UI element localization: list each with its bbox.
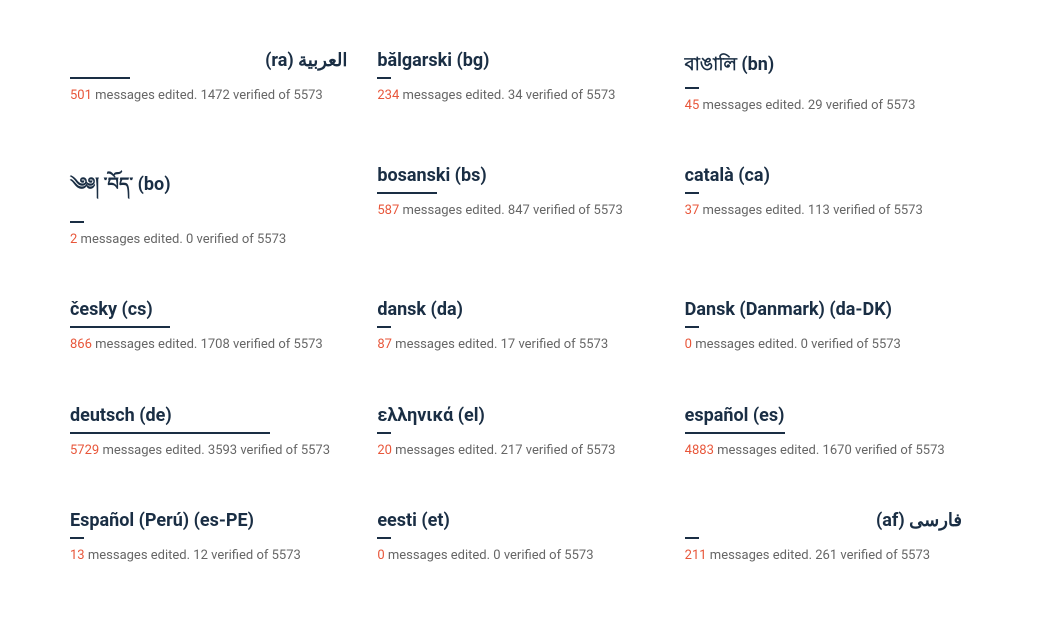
language-underline-da	[377, 326, 391, 328]
language-underline-bs	[377, 192, 437, 194]
language-card-da-DK[interactable]: Dansk (Danmark) (da-DK) 0 messages edited…	[675, 279, 982, 384]
language-title-es: español (es)	[685, 405, 962, 426]
language-stats-da: 87 messages edited. 17 verified of 5573	[377, 336, 654, 354]
language-title-da: dansk (da)	[377, 299, 654, 320]
language-card-el[interactable]: ελληνικά (el) 20 messages edited. 217 ver…	[367, 385, 674, 490]
language-card-da[interactable]: dansk (da) 87 messages edited. 17 verifie…	[367, 279, 674, 384]
language-title-bo: ༄༅། ་བོད་ (bo)	[70, 165, 347, 215]
language-title-ar: العربية (ar)	[70, 50, 347, 71]
language-card-bs[interactable]: bosanski (bs) 587 messages edited. 847 ve…	[367, 145, 674, 279]
language-card-et[interactable]: eesti (et) 0 messages edited. 0 verified …	[367, 490, 674, 595]
language-title-es-PE: Español (Perú) (es-PE)	[70, 510, 347, 531]
language-card-cs[interactable]: česky (cs) 866 messages edited. 1708 veri…	[60, 279, 367, 384]
language-underline-ca	[685, 192, 699, 194]
language-title-fa: فارسی (fa)	[685, 510, 962, 531]
language-title-bn: বাঙালি (bn)	[685, 50, 962, 81]
language-underline-el	[377, 432, 391, 434]
language-stats-fa: 211 messages edited. 261 verified of 557…	[685, 547, 962, 565]
language-title-bs: bosanski (bs)	[377, 165, 654, 186]
language-title-et: eesti (et)	[377, 510, 654, 531]
language-stats-es-PE: 13 messages edited. 12 verified of 5573	[70, 547, 347, 565]
language-stats-et: 0 messages edited. 0 verified of 5573	[377, 547, 654, 565]
language-underline-bn	[685, 87, 699, 89]
language-stats-es: 4883 messages edited. 1670 verified of 5…	[685, 442, 962, 460]
language-card-bn[interactable]: বাঙালি (bn) 45 messages edited. 29 verifi…	[675, 30, 982, 145]
language-card-ca[interactable]: català (ca) 37 messages edited. 113 verif…	[675, 145, 982, 279]
language-title-cs: česky (cs)	[70, 299, 347, 320]
language-stats-ca: 37 messages edited. 113 verified of 5573	[685, 202, 962, 220]
language-underline-bo	[70, 221, 84, 223]
language-card-de[interactable]: deutsch (de) 5729 messages edited. 3593 v…	[60, 385, 367, 490]
language-underline-et	[377, 537, 391, 539]
language-card-ar[interactable]: العربية (ar) 501 messages edited. 1472 ve…	[60, 30, 367, 145]
language-underline-da-DK	[685, 326, 699, 328]
language-underline-es-PE	[70, 537, 84, 539]
language-underline-ar	[70, 77, 130, 79]
language-stats-cs: 866 messages edited. 1708 verified of 55…	[70, 336, 347, 354]
language-stats-bn: 45 messages edited. 29 verified of 5573	[685, 97, 962, 115]
language-card-fa[interactable]: فارسی (fa) 211 messages edited. 261 verif…	[675, 490, 982, 595]
language-title-de: deutsch (de)	[70, 405, 347, 426]
language-grid: العربية (ar) 501 messages edited. 1472 ve…	[60, 30, 982, 595]
language-stats-bo: 2 messages edited. 0 verified of 5573	[70, 231, 347, 249]
language-card-es-PE[interactable]: Español (Perú) (es-PE) 13 messages edited…	[60, 490, 367, 595]
language-card-bg[interactable]: bălgarski (bg) 234 messages edited. 34 ve…	[367, 30, 674, 145]
language-card-bo[interactable]: ༄༅། ་བོད་ (bo) 2 messages edited. 0 verif…	[60, 145, 367, 279]
language-title-ca: català (ca)	[685, 165, 962, 186]
language-underline-fa	[685, 537, 699, 539]
language-title-da-DK: Dansk (Danmark) (da-DK)	[685, 299, 962, 320]
language-underline-de	[70, 432, 270, 434]
language-card-es[interactable]: español (es) 4883 messages edited. 1670 v…	[675, 385, 982, 490]
language-stats-bs: 587 messages edited. 847 verified of 557…	[377, 202, 654, 220]
language-stats-de: 5729 messages edited. 3593 verified of 5…	[70, 442, 347, 460]
language-underline-es	[685, 432, 785, 434]
language-title-bg: bălgarski (bg)	[377, 50, 654, 71]
language-underline-cs	[70, 326, 170, 328]
language-stats-el: 20 messages edited. 217 verified of 5573	[377, 442, 654, 460]
language-underline-bg	[377, 77, 391, 79]
language-stats-da-DK: 0 messages edited. 0 verified of 5573	[685, 336, 962, 354]
language-stats-bg: 234 messages edited. 34 verified of 5573	[377, 87, 654, 105]
language-title-el: ελληνικά (el)	[377, 405, 654, 426]
language-stats-ar: 501 messages edited. 1472 verified of 55…	[70, 87, 347, 105]
